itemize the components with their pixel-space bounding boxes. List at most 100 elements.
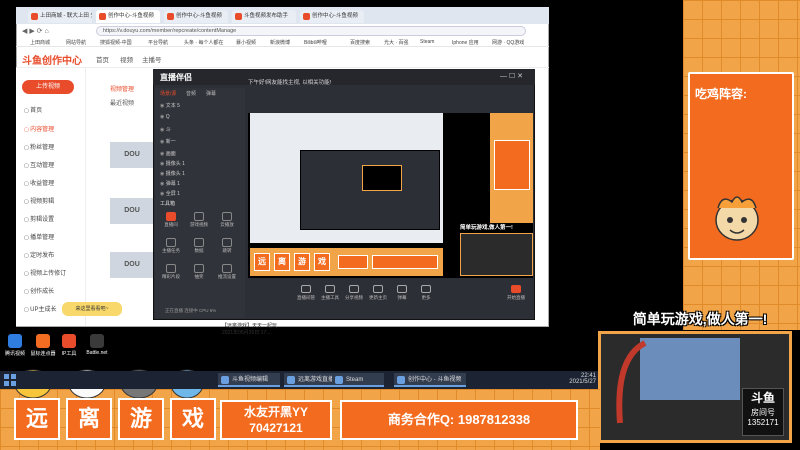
bookmark[interactable]: 平台导航 <box>148 39 168 46</box>
tool-button[interactable]: 云播放 <box>214 212 240 228</box>
preview-fan-box <box>338 255 368 269</box>
system-tray[interactable]: 22:41 2021/5/27 <box>520 373 596 387</box>
preview-tile: 游 <box>294 253 310 271</box>
danmaku-icon <box>397 285 407 293</box>
browser-tab[interactable]: 上田商城 - 联大上田 头条 <box>28 10 92 23</box>
obs-tab[interactable]: 弹幕 <box>206 90 216 97</box>
video-thumbnail[interactable]: DOU <box>110 252 154 278</box>
control-button[interactable]: 主播工具 <box>318 285 342 301</box>
control-button[interactable]: 更多 <box>414 285 438 301</box>
sidebar-item[interactable]: UP主成长 <box>24 304 56 313</box>
nav-home[interactable]: 首页 <box>96 54 109 64</box>
video-thumbnail[interactable]: DOU <box>110 198 154 224</box>
bookmark[interactable]: 新浪微博 <box>270 39 290 46</box>
sidebar-item[interactable]: 粉丝管理 <box>24 142 54 151</box>
nav-arrows-icon[interactable]: ◀ ▶ ⟳ ⌂ <box>22 27 49 35</box>
source-layer[interactable]: 新一 <box>160 138 176 146</box>
upload-video-button[interactable]: 上传视频 <box>22 80 74 94</box>
address-bar[interactable]: https://v.douyu.com/member/repcreate/con… <box>96 26 526 36</box>
bookmark[interactable]: 百度搜索 <box>350 39 370 46</box>
control-button[interactable]: 更新主页 <box>366 285 390 301</box>
preview-nested-screen <box>362 165 402 191</box>
tool-button[interactable]: 直播间 <box>158 212 184 228</box>
file-name: 【远离游戏】天天一起玩 <box>222 323 278 329</box>
desktop-icon[interactable]: IP工具 <box>56 334 82 357</box>
bookmark[interactable]: 头条 · 每个人都在 <box>184 39 223 46</box>
stream-app-logo: 直播伴侣 <box>160 73 192 82</box>
start-live-button[interactable]: 开始直播 <box>500 285 532 301</box>
lottery-icon <box>194 264 204 273</box>
sidebar-item[interactable]: 播单管理 <box>24 232 54 241</box>
browser-tab[interactable]: 创作中心-斗鱼视频 <box>96 10 160 23</box>
bookmark[interactable]: Iphone 应用 <box>452 39 479 46</box>
room-label: 房间号 <box>751 408 775 417</box>
update-icon <box>373 285 383 293</box>
content-tab[interactable]: 视频管理 <box>110 84 134 93</box>
bookmark[interactable]: Steam <box>420 39 434 45</box>
preview-tile: 戏 <box>314 253 330 271</box>
obs-tab[interactable]: 音频 <box>186 90 196 97</box>
browser-tab[interactable]: 斗鱼视频发布助手 <box>232 10 296 23</box>
tool-button[interactable]: 跳转 <box>214 238 240 254</box>
sidebar-item[interactable]: 剪辑设置 <box>24 214 54 223</box>
source-layer[interactable]: Q <box>160 114 170 122</box>
jump-icon <box>222 238 232 247</box>
control-button[interactable]: 直播间管 <box>294 285 318 301</box>
sidebar-item[interactable]: 视频剪辑 <box>24 196 54 205</box>
sidebar-item[interactable]: 视频上传修订 <box>24 268 66 277</box>
sidebar-item[interactable]: 定时发布 <box>24 250 54 259</box>
source-layer[interactable]: 画面 <box>160 150 176 158</box>
source-layer[interactable]: 摄像头 1 <box>160 170 185 178</box>
bookmark[interactable]: 暴小视频 <box>236 39 256 46</box>
nav-anchor[interactable]: 主播号 <box>142 54 162 64</box>
desktop-icon[interactable]: Battle.net <box>84 334 110 356</box>
obs-tab[interactable]: 场景/源 <box>160 90 176 97</box>
sidebar-item[interactable]: 互动管理 <box>24 160 54 169</box>
sidebar-item[interactable]: 创作成长 <box>24 286 54 295</box>
bottom-tile: 游 <box>118 398 164 440</box>
source-layer[interactable]: 摄像头 1 <box>160 160 185 168</box>
window-controls-icon[interactable]: — ☐ ✕ <box>500 72 523 80</box>
mascot-image <box>712 190 762 246</box>
live-room-icon <box>166 212 176 221</box>
browser-tab[interactable]: 创作中心-斗鱼视频 <box>300 10 364 23</box>
sidebar-item[interactable]: 收益管理 <box>24 178 54 187</box>
more-icon <box>421 285 431 293</box>
bookmark[interactable]: 网站导航 <box>66 39 86 46</box>
sidebar-item[interactable]: 内容管理 <box>24 124 54 133</box>
start-icon[interactable] <box>4 374 16 386</box>
browser-tab[interactable]: 创作中心-斗鱼视频 <box>164 10 228 23</box>
source-layer[interactable]: 文本 5 <box>160 102 180 110</box>
bookmark[interactable]: 光大 · 百强 <box>384 39 408 46</box>
preview-chat-box <box>494 140 530 190</box>
sidebar-item[interactable]: 首页 <box>24 105 42 114</box>
task-icon <box>166 238 176 247</box>
tool-button[interactable]: 数据 <box>186 238 212 254</box>
taskbar-item[interactable]: Steam <box>332 373 384 387</box>
source-layer[interactable]: 全屏 1 <box>160 190 180 198</box>
content-tab[interactable]: 最近视频 <box>110 98 134 107</box>
tool-button[interactable]: 推流设置 <box>214 264 240 280</box>
bottom-tile: 离 <box>66 398 112 440</box>
tool-button[interactable]: 抽奖 <box>186 264 212 280</box>
bookmark[interactable]: 网游 · QQ游戏 <box>492 39 524 46</box>
desktop-icon[interactable]: 腾讯视频 <box>2 334 28 357</box>
taskbar-item[interactable]: 斗鱼视频编辑 <box>218 373 280 387</box>
bookmark[interactable]: 上田商城 <box>30 39 50 46</box>
control-button[interactable]: 弹幕 <box>390 285 414 301</box>
bookmark[interactable]: 搜狐视频-中国 <box>100 39 132 46</box>
source-layer[interactable]: 弹幕 1 <box>160 180 180 188</box>
video-thumbnail[interactable]: DOU <box>110 142 154 168</box>
site-logo[interactable]: 斗鱼创作中心 <box>22 52 82 67</box>
tool-button[interactable]: 游戏视频 <box>186 212 212 228</box>
webcam-monitor <box>640 338 740 400</box>
bookmark[interactable]: Bilibili哔哩 <box>304 39 327 46</box>
desktop-icon[interactable]: 鼠标连点器 <box>30 334 56 357</box>
tool-button[interactable]: 精彩片段 <box>158 264 184 280</box>
control-button[interactable]: 分享视频 <box>342 285 366 301</box>
source-layer[interactable]: 斗 <box>160 126 171 134</box>
taskbar-item[interactable]: 创作中心 - 斗鱼视频 <box>394 373 466 387</box>
bottom-tile: 戏 <box>170 398 216 440</box>
tool-button[interactable]: 主播任务 <box>158 238 184 254</box>
nav-video[interactable]: 视频 <box>120 54 133 64</box>
